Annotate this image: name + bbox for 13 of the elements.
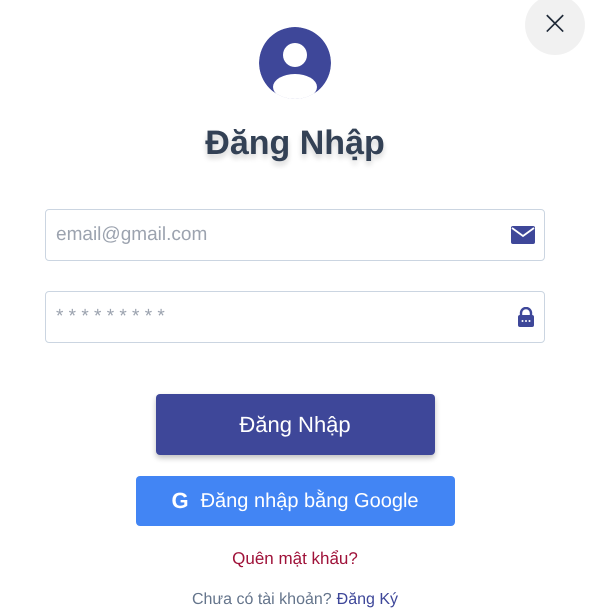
email-field[interactable]: email@gmail.com: [45, 209, 545, 261]
login-button[interactable]: Đăng Nhập: [156, 394, 434, 455]
signup-link[interactable]: Đăng Ký: [336, 591, 398, 609]
page-title: Đăng Nhập: [205, 123, 385, 164]
password-field[interactable]: * * * * * * * * *: [45, 291, 545, 343]
close-button[interactable]: ×: [525, 0, 585, 55]
google-icon: G: [171, 488, 189, 514]
mail-icon: [511, 226, 535, 244]
signup-prompt: Chưa có tài khoản?: [192, 591, 332, 609]
user-avatar-icon: [259, 27, 331, 99]
lock-icon: [517, 307, 535, 327]
forgot-password-link[interactable]: Quên mật khẩu?: [232, 549, 358, 569]
google-login-button[interactable]: G Đăng nhập bằng Google: [136, 476, 454, 526]
